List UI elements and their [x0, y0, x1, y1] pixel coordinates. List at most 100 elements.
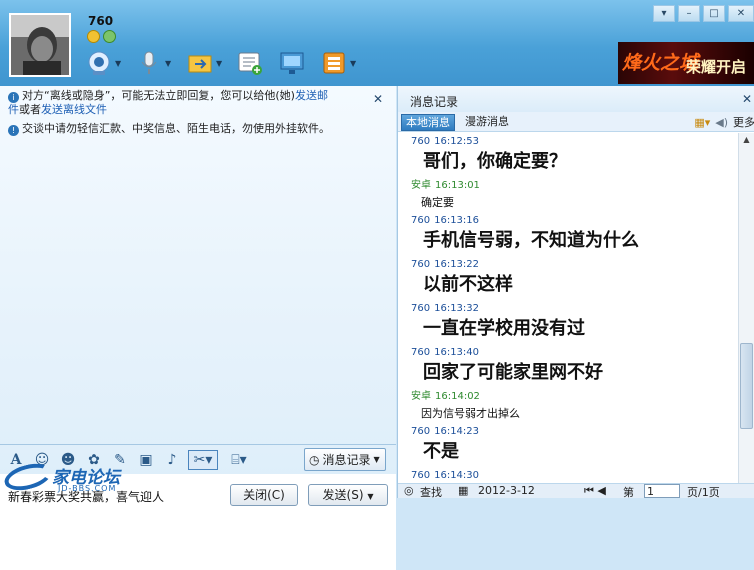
minimize-button[interactable]: – [678, 5, 700, 22]
message-sender[interactable]: 760 [411, 215, 430, 226]
message-time: 16:13:32 [434, 303, 480, 314]
message-time: 16:12:53 [434, 136, 480, 147]
safety-text: 交谈中请勿轻信汇款、中奖信息、陌生电话，勿使用外挂软件。 [22, 122, 330, 135]
contact-name: 760 [88, 14, 114, 28]
webcam-tool[interactable]: ▼ [85, 49, 121, 77]
message-plus-icon [236, 49, 264, 77]
message-text: 哥们，你确定要？ [423, 151, 567, 172]
send-email-link[interactable]: 发送邮 [295, 89, 328, 102]
maximize-button[interactable]: □ [703, 5, 725, 22]
screenshot-scissors-icon[interactable]: ✂▾ [188, 450, 218, 470]
avatar-image [11, 15, 69, 75]
message-sender[interactable]: 760 [411, 259, 430, 270]
message-meta: 安卓 16:14:02 [411, 389, 739, 405]
date-label[interactable]: 2012-3-12 [478, 484, 535, 497]
export-icon[interactable]: ▦▾ [694, 116, 710, 129]
promo-text[interactable]: 新春彩票大奖共赢，喜气迎人 [8, 488, 164, 505]
apps-box-icon [320, 49, 348, 77]
message-time: 16:13:01 [435, 180, 480, 191]
file-transfer-tool[interactable]: ▼ [186, 49, 222, 77]
message-sender[interactable]: 安卓 [411, 180, 431, 191]
chevron-down-icon[interactable]: ▼ [165, 59, 171, 68]
message-meta: 760 16:13:32 [411, 301, 739, 317]
music-icon[interactable]: ♪ [162, 450, 182, 470]
ad-banner[interactable]: 烽火之城 荣耀开启 [618, 42, 754, 84]
sign-icon[interactable] [103, 30, 116, 43]
safety-notice: ! 交谈中请勿轻信汇款、中奖信息、陌生电话，勿使用外挂软件。 [8, 122, 330, 136]
message-meta: 安卓 16:13:01 [411, 178, 739, 194]
message-text: 因为信号弱才出掉么 [421, 407, 520, 420]
chevron-down-icon[interactable]: ▼ [350, 59, 356, 68]
message-text: 确定要 [421, 196, 454, 209]
message-sender[interactable]: 760 [411, 426, 430, 437]
divider [0, 444, 396, 445]
message-text: 手机信号弱，不知道为什么 [423, 230, 639, 251]
send-label: 发送(S) [322, 488, 364, 502]
calendar-icon[interactable]: ▦ [458, 484, 468, 497]
message-sender[interactable]: 760 [411, 347, 430, 358]
scroll-thumb[interactable] [740, 343, 753, 429]
message-meta: 760 16:13:16 [411, 213, 739, 229]
title-bar: 760 ▼ ▼ ▼ ▼ ▾ – □ ✕ 烽火之城 荣耀开启 [0, 0, 754, 86]
menu-button[interactable]: ▾ [653, 5, 675, 22]
webcam-icon [85, 49, 113, 77]
page-input[interactable]: 1 [644, 484, 680, 498]
speaker-icon[interactable]: ◀) [715, 116, 728, 129]
close-notice-icon[interactable]: ✕ [373, 92, 383, 106]
microphone-tool[interactable]: ▼ [135, 49, 171, 77]
message-record-label: 消息记录 [322, 453, 371, 467]
message-meta: 760 16:13:40 [411, 345, 739, 361]
folder-arrow-icon [186, 49, 214, 77]
notice-text-or: 或者 [19, 103, 41, 116]
search-icon[interactable]: ◎ [404, 484, 414, 497]
send-offline-file-link[interactable]: 发送离线文件 [41, 103, 107, 116]
chevron-down-icon[interactable]: ▼ [367, 492, 373, 501]
history-title: 消息记录 [410, 95, 459, 109]
tab-roaming-messages[interactable]: 漫游消息 [461, 114, 513, 131]
message-text: 不是 [423, 441, 459, 462]
scroll-up-icon[interactable]: ▲ [741, 135, 752, 146]
tab-local-messages[interactable]: 本地消息 [401, 114, 455, 131]
close-window-button[interactable]: ✕ [728, 5, 754, 22]
message-sender[interactable]: 760 [411, 470, 430, 481]
image-icon[interactable]: ▣ [136, 450, 156, 470]
message-sender[interactable]: 760 [411, 136, 430, 147]
send-button[interactable]: 发送(S) ▼ [308, 484, 388, 506]
history-footer: ◎ 查找 ▦ 2012-3-12 ⏮ ◀ 第 1 页/1页 [398, 483, 754, 499]
close-button[interactable]: 关闭(C) [230, 484, 298, 506]
microphone-icon [135, 49, 163, 77]
message-sender[interactable]: 安卓 [411, 391, 431, 402]
ad-subtitle: 荣耀开启 [686, 58, 747, 76]
offline-notice: i 对方“离线或隐身”，可能无法立即回复，您可以给他(她)发送邮 件或者发送离线文件 [8, 89, 368, 117]
message-text: 回家了可能家里网不好 [423, 362, 603, 383]
shield-icon: ! [8, 125, 19, 136]
chevron-down-icon[interactable]: ▼ [115, 59, 121, 68]
avatar[interactable] [9, 13, 71, 77]
apps-tool[interactable]: ▼ [320, 49, 356, 77]
scrollbar[interactable]: ▲ [738, 133, 754, 483]
close-history-icon[interactable]: ✕ [742, 92, 752, 106]
more-link[interactable]: 更多 [733, 114, 754, 130]
vip-star-icon[interactable] [87, 30, 100, 43]
gift-box-icon[interactable]: ⌸▾ [224, 450, 254, 470]
message-sender[interactable]: 760 [411, 303, 430, 314]
message-time: 16:13:16 [434, 215, 480, 226]
chevron-down-icon: ▼ [373, 455, 380, 464]
remote-assist-tool[interactable] [278, 49, 306, 77]
message-time: 16:14:02 [435, 391, 480, 402]
monitor-icon [278, 49, 306, 77]
info-icon: i [8, 92, 19, 103]
message-record-button[interactable]: ◷ 消息记录 ▼ [304, 448, 386, 471]
message-text: 以前不这样 [423, 274, 513, 295]
message-meta: 760 16:14:23 [411, 424, 739, 440]
clock-icon: ◷ [309, 452, 320, 467]
sms-tool[interactable] [236, 49, 264, 77]
message-time: 16:13:22 [434, 259, 480, 270]
message-time: 16:13:40 [434, 347, 480, 358]
message-history-panel: 消息记录 ✕ 本地消息 漫游消息 ▦▾ ◀) 更多 760 16:12:53 哥们，… [397, 86, 754, 499]
message-meta: 760 16:13:22 [411, 257, 739, 273]
chevron-down-icon[interactable]: ▼ [216, 59, 222, 68]
chat-panel: i 对方“离线或隐身”，可能无法立即回复，您可以给他(她)发送邮 件或者发送离线文件… [0, 86, 396, 570]
send-email-link-cont[interactable]: 件 [8, 103, 19, 116]
first-page-icon[interactable]: ⏮ ◀ [584, 484, 606, 498]
